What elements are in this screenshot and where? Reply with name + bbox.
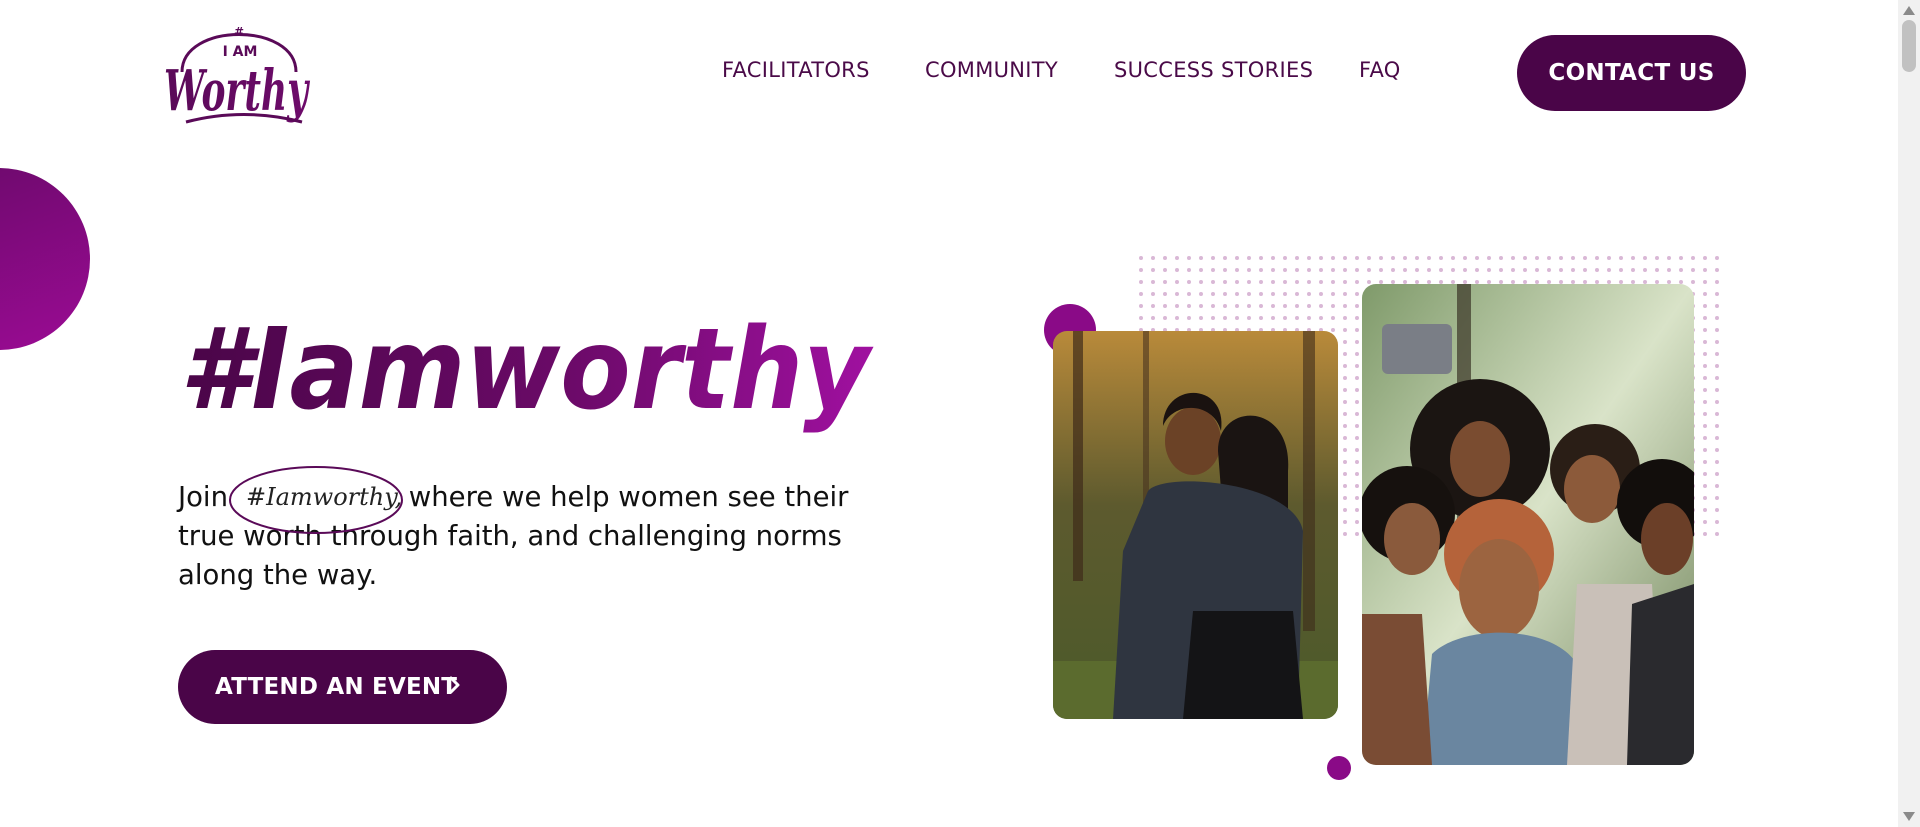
nav-facilitators[interactable]: FACILITATORS [722,58,870,82]
contact-us-button[interactable]: CONTACT US [1517,35,1746,111]
nav-community[interactable]: COMMUNITY [925,58,1058,82]
two-women-photo [1053,331,1338,719]
hero-title: #Iamworthy [180,305,874,435]
attend-event-label: ATTEND AN EVENT [215,674,458,700]
scroll-down-arrow-icon[interactable] [1903,812,1915,821]
nav-success-stories[interactable]: SUCCESS STORIES [1114,58,1313,82]
logo-hash: # [234,25,244,39]
chevron-right-icon [449,676,460,694]
hashtag-highlight: #Iamworthy, [228,466,404,534]
nav-faq[interactable]: FAQ [1359,58,1401,82]
logo[interactable]: # I AM Worthy [164,12,320,136]
vertical-scrollbar[interactable] [1898,0,1920,827]
decorative-circle [0,168,90,350]
hero-title-text: #Iamworthy [180,305,874,435]
hashtag-text: #Iamworthy, [246,483,403,511]
scroll-thumb[interactable] [1902,20,1916,72]
hero-text-before: Join [178,481,229,513]
group-selfie-photo [1362,284,1694,765]
hero-description: Join #Iamworthy, where we help women see … [178,466,878,595]
attend-event-button[interactable]: ATTEND AN EVENT [178,650,507,724]
scroll-up-arrow-icon[interactable] [1903,6,1915,15]
page: # I AM Worthy FACILITATORS COMMUNITY SUC… [0,0,1898,827]
decorative-dot-small [1327,756,1351,780]
